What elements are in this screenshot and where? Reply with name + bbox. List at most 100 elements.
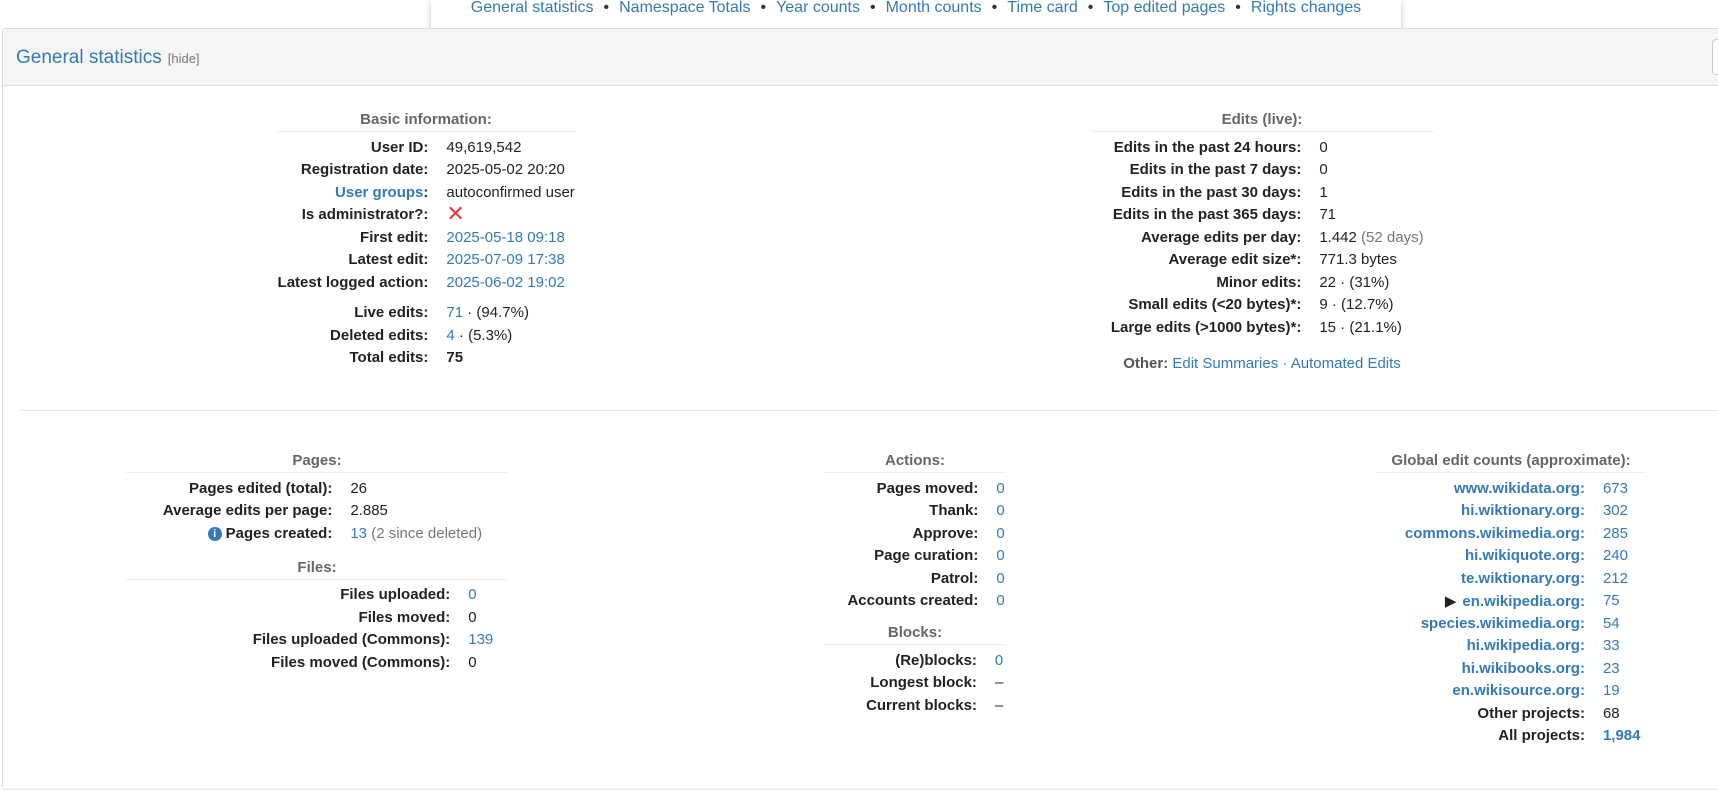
user-id-label: User ID:	[370, 138, 429, 156]
pages-created-link[interactable]: 13	[350, 525, 367, 542]
project-link[interactable]: commons.wikimedia.org:	[1405, 525, 1585, 542]
deleted-edits-label: Deleted edits:	[330, 326, 429, 344]
project-count-link[interactable]: 212	[1603, 570, 1628, 587]
other-projects-label: Other projects:	[1477, 704, 1585, 722]
nav-top-edited-pages[interactable]: Top edited pages	[1103, 0, 1225, 16]
blocks-row-value[interactable]: 0	[995, 652, 1003, 669]
project-count-link[interactable]: 285	[1603, 525, 1628, 542]
project-count-link[interactable]: 33	[1603, 637, 1620, 654]
actions-row-link[interactable]: 0	[996, 502, 1004, 519]
project-link[interactable]: en.wikisource.org:	[1452, 682, 1585, 699]
first-edit-link[interactable]: 2025-05-18 09:18	[446, 229, 564, 246]
hide-toggle[interactable]: [hide]	[168, 51, 200, 66]
actions-row-link[interactable]: 0	[996, 525, 1004, 542]
project-link[interactable]: hi.wiktionary.org:	[1461, 502, 1585, 519]
project-link[interactable]: species.wikimedia.org:	[1421, 615, 1585, 632]
edits-row: Small edits (<20 bytes)*: 9 · (12.7%)	[1090, 294, 1434, 317]
nav-namespace-totals[interactable]: Namespace Totals	[619, 0, 750, 16]
user-id-value: 49,619,542	[446, 138, 522, 156]
project-count-link[interactable]: 19	[1603, 682, 1620, 699]
edits-row: Edits in the past 24 hours: 0	[1090, 136, 1434, 159]
cross-icon: ✕	[446, 200, 465, 226]
global-row: te.wiktionary.org: 212	[1376, 567, 1646, 590]
info-icon[interactable]: i	[207, 526, 222, 541]
global-row: en.wikisource.org: 19	[1376, 680, 1646, 703]
latest-logged-link[interactable]: 2025-06-02 19:02	[446, 274, 564, 291]
project-count-link[interactable]: 302	[1603, 502, 1628, 519]
panel-title: General statistics [hide]	[16, 47, 200, 69]
project-count-link[interactable]: 240	[1603, 547, 1628, 564]
actions-row-link[interactable]: 0	[996, 480, 1004, 497]
header-action-button[interactable]	[1712, 39, 1718, 75]
nav-general-statistics[interactable]: General statistics	[471, 0, 594, 16]
project-link[interactable]: www.wikidata.org:	[1454, 480, 1585, 497]
latest-edit-label: Latest edit:	[348, 251, 429, 269]
user-groups-link[interactable]: User groups	[335, 184, 423, 201]
latest-logged-label: Latest logged action:	[277, 273, 429, 291]
actions-row: Accounts created: 0	[824, 590, 1006, 613]
project-count-link[interactable]: 75	[1603, 592, 1620, 609]
actions-row-label: Accounts created:	[847, 592, 979, 610]
latest-edit-link[interactable]: 2025-07-09 17:38	[446, 251, 564, 268]
project-link[interactable]: te.wiktionary.org:	[1461, 570, 1585, 587]
total-edits-value: 75	[446, 349, 464, 367]
edits-row: Minor edits: 22 · (31%)	[1090, 271, 1434, 294]
files-row: Files moved: 0	[126, 606, 508, 629]
edits-row: Edits in the past 365 days: 71	[1090, 204, 1434, 227]
edits-row-label: Edits in the past 365 days:	[1112, 206, 1302, 224]
actions-row-link[interactable]: 0	[996, 547, 1004, 564]
actions-row-link[interactable]: 0	[996, 592, 1004, 609]
actions-row-link[interactable]: 0	[996, 570, 1004, 587]
edit-summaries-link[interactable]: Edit Summaries	[1172, 355, 1278, 372]
project-link[interactable]: en.wikipedia.org:	[1462, 593, 1585, 610]
first-edit-label: First edit:	[360, 228, 429, 246]
avg-edits-page-value: 2.885	[350, 502, 388, 520]
project-count-link[interactable]: 673	[1603, 480, 1628, 497]
pages-edited-label: Pages edited (total):	[188, 479, 333, 497]
all-projects-link[interactable]: 1,984	[1603, 727, 1641, 744]
panel-header: General statistics [hide]	[3, 29, 1718, 86]
actions-row: Pages moved: 0	[824, 477, 1006, 500]
edits-live-section: Edits (live): Edits in the past 24 hours…	[1090, 107, 1434, 372]
global-row: hi.wiktionary.org: 302	[1376, 500, 1646, 523]
expand-arrow-icon[interactable]: ▶	[1445, 593, 1457, 610]
reg-date-label: Registration date:	[300, 161, 429, 179]
actions-row: Patrol: 0	[824, 567, 1006, 590]
edits-row: Edits in the past 30 days: 1	[1090, 181, 1434, 204]
global-row: All projects: 1,984	[1376, 725, 1646, 748]
project-link[interactable]: hi.wikipedia.org:	[1467, 637, 1585, 654]
files-row-label: Files moved:	[358, 608, 451, 626]
project-count-link[interactable]: 54	[1603, 615, 1620, 632]
actions-caption: Actions:	[824, 448, 1006, 473]
edits-row: Average edit size*: 771.3 bytes	[1090, 249, 1434, 272]
project-count-link[interactable]: 23	[1603, 660, 1620, 677]
live-edits-label: Live edits:	[354, 304, 429, 322]
edits-row-value: 0	[1319, 138, 1328, 156]
nav-time-card[interactable]: Time card	[1007, 0, 1078, 16]
nav-month-counts[interactable]: Month counts	[886, 0, 982, 16]
edits-row-value: 15 · (21.1%)	[1319, 318, 1402, 336]
basic-info-section: Basic information: User ID: 49,619,542 Re…	[276, 107, 576, 369]
edits-row-value: 1	[1319, 183, 1328, 201]
nav-rights-changes[interactable]: Rights changes	[1251, 0, 1361, 16]
automated-edits-link[interactable]: Automated Edits	[1291, 355, 1401, 372]
deleted-edits-link[interactable]: 4	[446, 327, 454, 344]
project-link[interactable]: hi.wikiquote.org:	[1465, 547, 1585, 564]
global-counts-section: Global edit counts (approximate): www.wi…	[1376, 448, 1646, 747]
nav-year-counts[interactable]: Year counts	[776, 0, 860, 16]
edits-row-label: Small edits (<20 bytes)*:	[1128, 296, 1302, 314]
project-link[interactable]: hi.wikibooks.org:	[1462, 660, 1585, 677]
edits-row-label: Average edit size*:	[1168, 251, 1302, 269]
edits-row-label: Edits in the past 30 days:	[1121, 183, 1302, 201]
pages-section: Pages: Pages edited (total): 26 Average e…	[126, 448, 508, 674]
files-row-value[interactable]: 0	[468, 586, 476, 603]
deleted-edits-pct: · (5.3%)	[458, 326, 513, 344]
actions-section: Actions: Pages moved: 0 Thank: 0 Approve: 0 Pa…	[824, 448, 1006, 717]
panel-title-link[interactable]: General statistics	[16, 47, 162, 68]
files-row-value[interactable]: 139	[468, 631, 493, 648]
live-edits-link[interactable]: 71	[446, 304, 463, 321]
global-row: hi.wikipedia.org: 33	[1376, 635, 1646, 658]
section-divider	[20, 410, 1718, 411]
value-extra: (52 days)	[1361, 228, 1424, 246]
global-row: species.wikimedia.org: 54	[1376, 612, 1646, 635]
